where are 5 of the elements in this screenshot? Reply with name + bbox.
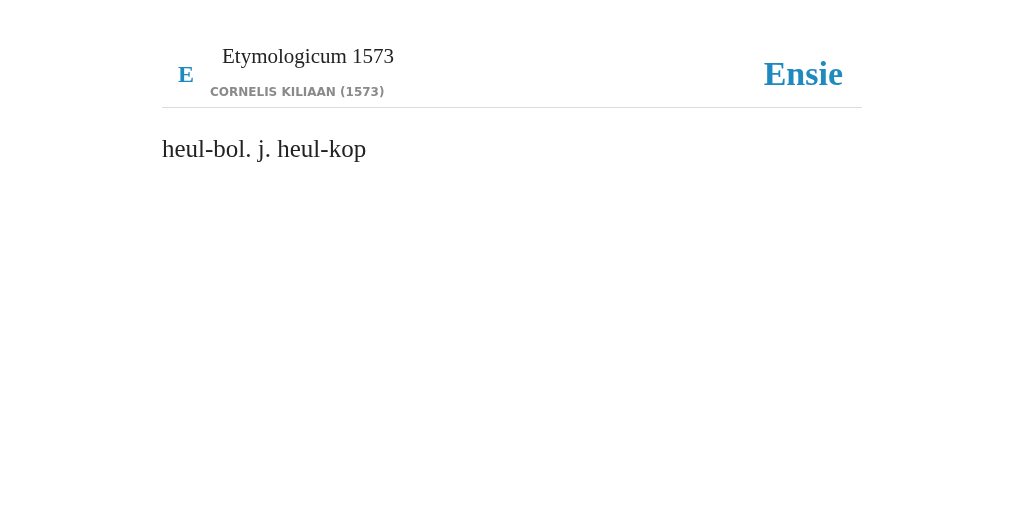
logo-letter: E — [177, 60, 195, 89]
entry-text: heul-bol. j. heul-kop — [162, 134, 368, 165]
dictionary-title: Etymologicum 1573 — [222, 44, 395, 70]
site-logo[interactable]: Ensie — [763, 48, 843, 99]
dictionary-author: CORNELIS KILIAAN (1573) — [210, 84, 386, 102]
